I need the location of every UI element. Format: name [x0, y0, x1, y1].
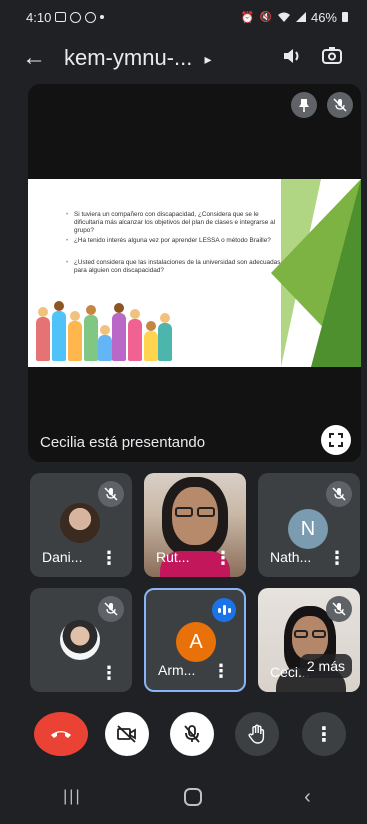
slide-question: Si tuviera un compañero con discapacidad… — [66, 211, 284, 235]
phone-screen: 4:10 ⏰ 🔇 46% ← kem-ymnu-... ▸ • Si tuvie… — [12, 0, 362, 824]
recent-apps-icon[interactable]: ||| — [63, 788, 81, 806]
wifi-icon — [277, 12, 290, 22]
raise-hand-button[interactable] — [235, 712, 279, 756]
switch-camera-icon[interactable] — [312, 46, 352, 71]
inclusion-illustration — [32, 281, 172, 361]
battery-icon — [342, 12, 348, 22]
fullscreen-icon[interactable] — [321, 425, 351, 455]
home-icon[interactable] — [183, 788, 202, 806]
more-vert-icon: ⋮ — [314, 723, 334, 746]
participant-name: Arm... — [158, 662, 196, 678]
clock: 4:10 — [26, 9, 52, 25]
mic-toggle-button[interactable] — [170, 712, 214, 756]
speaking-indicator-icon — [212, 598, 236, 622]
more-vert-icon[interactable]: ⋮ — [100, 664, 118, 682]
meeting-title[interactable]: kem-ymnu-... ▸ — [56, 45, 272, 71]
alarm-icon: ⏰ — [240, 11, 255, 24]
mic-off-icon — [326, 596, 352, 622]
participant-tile[interactable]: Ceci... 2 más — [258, 588, 360, 692]
status-bar: 4:10 ⏰ 🔇 46% — [12, 0, 362, 34]
participant-avatar: A — [176, 622, 216, 662]
signal-icon — [295, 12, 306, 22]
mic-off-icon — [98, 596, 124, 622]
mic-off-icon — [326, 481, 352, 507]
system-navigation-bar: ||| ‹ — [12, 770, 362, 824]
meeting-top-bar: ← kem-ymnu-... ▸ — [12, 34, 362, 82]
gallery-notification-icon — [55, 12, 67, 22]
whatsapp-icon — [70, 11, 82, 23]
speaker-icon[interactable] — [272, 47, 312, 70]
slide-question: ¿Usted considera que las instalaciones d… — [66, 259, 284, 275]
back-nav-icon[interactable]: ‹ — [304, 786, 311, 809]
more-vert-icon[interactable]: ⋮ — [214, 549, 232, 567]
participant-avatar: N — [288, 509, 328, 549]
back-arrow-icon[interactable]: ← — [22, 44, 56, 72]
meeting-code: kem-ymnu-... — [64, 45, 193, 70]
participant-tile[interactable]: Dani... ⋮ — [30, 473, 132, 577]
participant-name: Nath... — [270, 549, 312, 565]
participant-avatar — [60, 503, 100, 543]
mic-off-icon — [327, 92, 353, 118]
whatsapp-icon — [85, 11, 97, 23]
camera-off-icon — [117, 725, 136, 743]
more-vert-icon[interactable]: ⋮ — [100, 549, 118, 567]
participant-name: Rut... — [156, 549, 190, 565]
mic-off-icon — [98, 481, 124, 507]
more-vert-icon[interactable]: ⋮ — [328, 549, 346, 567]
more-vert-icon[interactable]: ⋮ — [212, 662, 230, 680]
end-call-button[interactable] — [34, 712, 88, 756]
more-options-button[interactable]: ⋮ — [302, 712, 346, 756]
pin-icon[interactable] — [291, 92, 317, 118]
presenter-caption: Cecilia está presentando — [40, 434, 206, 451]
battery-level: 46% — [310, 9, 337, 25]
mute-icon: 🔇 — [259, 11, 272, 23]
presentation-stage[interactable]: Si tuviera un compañero con discapacidad… — [28, 84, 361, 462]
camera-toggle-button[interactable] — [105, 712, 149, 756]
hand-icon — [248, 724, 265, 744]
participant-tile[interactable]: Rut... ⋮ — [144, 473, 246, 577]
participant-avatar — [60, 620, 100, 660]
participant-tile[interactable]: N Nath... ⋮ — [258, 473, 360, 577]
mic-off-icon — [184, 725, 200, 743]
more-participants-badge[interactable]: 2 más — [299, 654, 352, 678]
chevron-right-icon: ▸ — [204, 50, 212, 67]
participant-tile[interactable]: ⋮ — [30, 588, 132, 692]
more-notifications-icon — [100, 15, 105, 19]
shared-slide: Si tuviera un compañero con discapacidad… — [28, 179, 361, 367]
participant-tile-active-speaker[interactable]: A Arm... ⋮ — [144, 588, 246, 692]
slide-question: ¿Ha tenido interés alguna vez por aprend… — [66, 237, 284, 245]
participant-name: Dani... — [42, 549, 83, 565]
